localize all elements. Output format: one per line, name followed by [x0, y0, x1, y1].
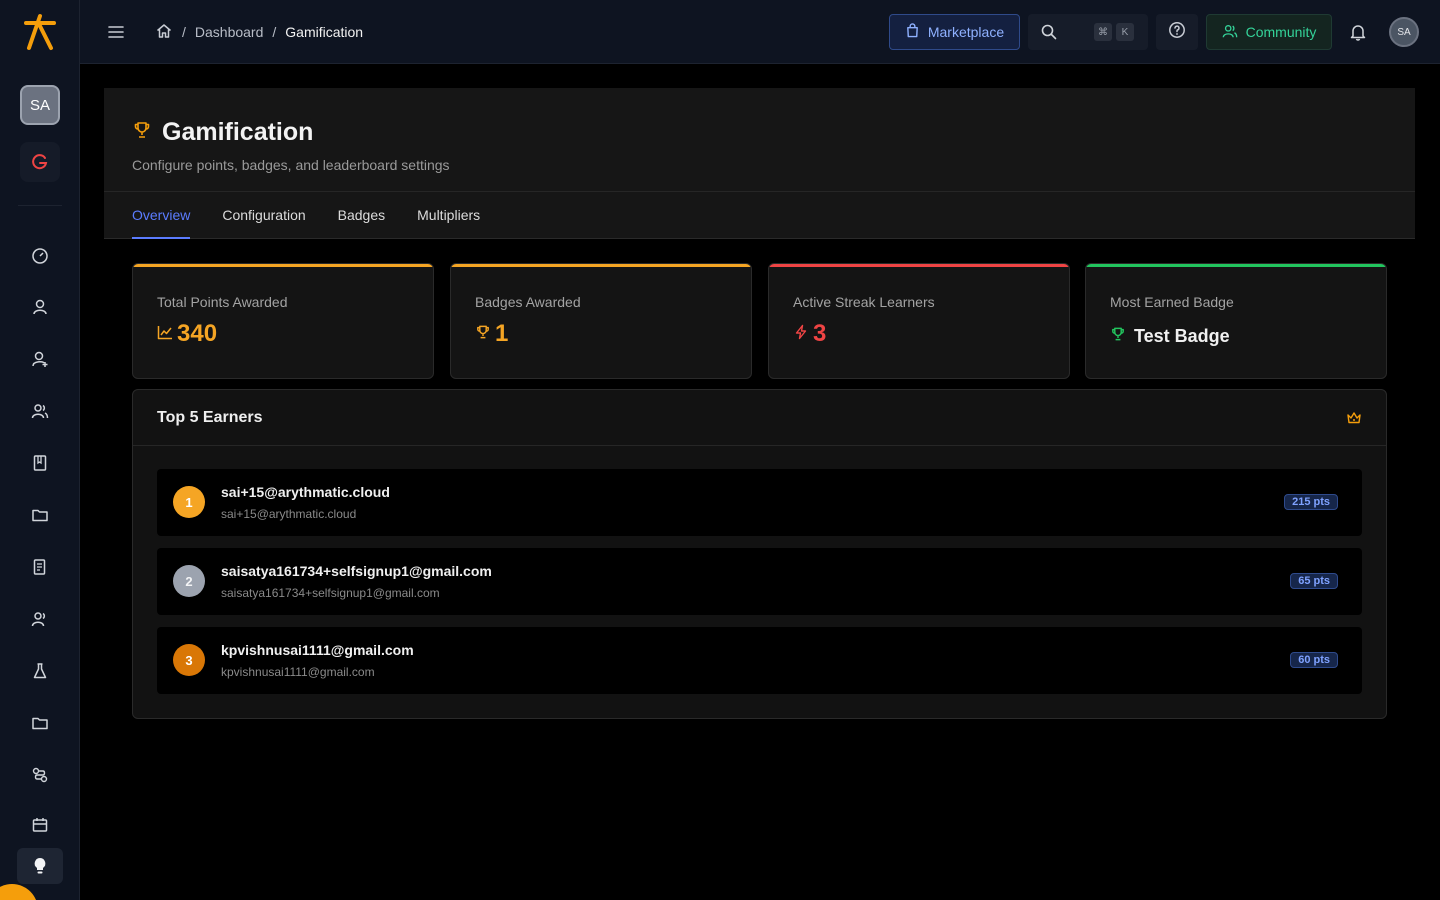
stat-label: Most Earned Badge — [1110, 294, 1234, 310]
stat-card-accent-bar — [1086, 264, 1386, 267]
community-label: Community — [1245, 24, 1317, 40]
stat-value-row: 340 — [157, 320, 217, 348]
top-earners-panel: Top 5 Earners 1 sai+15@arythmatic.cloud … — [132, 389, 1387, 719]
help-circle-icon — [1168, 21, 1186, 44]
notifications-bell-icon[interactable] — [1348, 22, 1368, 42]
sidebar-item-workflow-icon[interactable] — [30, 765, 50, 785]
search-button[interactable]: ⌘ K — [1028, 14, 1148, 50]
stat-value: Test Badge — [1134, 326, 1230, 346]
top-bar: / Dashboard / Gamification Marketplace ⌘… — [80, 0, 1440, 64]
list-item[interactable]: 1 sai+15@arythmatic.cloud sai+15@arythma… — [157, 469, 1362, 536]
sidebar-item-book-icon[interactable] — [30, 453, 50, 473]
rank-badge: 1 — [173, 486, 205, 518]
stat-value: 3 — [813, 320, 827, 347]
sidebar-item-calendar-icon[interactable] — [30, 815, 50, 835]
tab-configuration[interactable]: Configuration — [222, 192, 305, 238]
stat-value: 340 — [177, 320, 218, 347]
page-title: Gamification — [162, 118, 314, 146]
shopping-bag-icon — [905, 23, 920, 41]
sidebar-lightbulb-icon[interactable] — [17, 848, 63, 884]
page-header: Gamification Configure points, badges, a… — [104, 88, 1415, 239]
sidebar-item-report-icon[interactable] — [30, 557, 50, 577]
stat-card-most-earned-badge: Most Earned Badge Test Badge — [1085, 263, 1387, 379]
sidebar-brand-g-icon[interactable] — [20, 142, 60, 182]
community-button[interactable]: Community — [1206, 14, 1332, 50]
points-badge: 215 pts — [1284, 494, 1338, 510]
tab-multipliers[interactable]: Multipliers — [417, 192, 480, 238]
marketplace-label: Marketplace — [927, 24, 1005, 40]
stat-card-total-points: Total Points Awarded 340 — [132, 263, 434, 379]
sidebar: SA — [0, 0, 80, 900]
help-button[interactable] — [1156, 14, 1198, 50]
tab-overview[interactable]: Overview — [132, 192, 191, 239]
rank-badge: 2 — [173, 565, 205, 597]
sidebar-item-user-add-icon[interactable] — [30, 349, 50, 369]
shortcut-k-key: K — [1116, 23, 1134, 41]
top-earners-header: Top 5 Earners — [133, 390, 1386, 446]
stat-card-accent-bar — [451, 264, 751, 267]
breadcrumb-current: Gamification — [285, 24, 364, 40]
shortcut-cmd-key: ⌘ — [1094, 23, 1112, 41]
earner-name: sai+15@arythmatic.cloud — [221, 484, 390, 500]
tab-bar: Overview Configuration Badges Multiplier… — [132, 192, 480, 239]
crown-icon — [1346, 410, 1362, 426]
menu-toggle-icon[interactable] — [106, 22, 126, 42]
title-row: Gamification — [132, 118, 313, 147]
stat-label: Active Streak Learners — [793, 294, 935, 310]
app-logo-icon[interactable] — [20, 12, 60, 52]
points-badge: 65 pts — [1290, 573, 1338, 589]
top-earners-title: Top 5 Earners — [157, 409, 263, 426]
earner-email: sai+15@arythmatic.cloud — [221, 507, 357, 521]
trophy-icon — [1110, 326, 1126, 347]
breadcrumb-dashboard-link[interactable]: Dashboard — [195, 24, 264, 40]
stat-value: 1 — [495, 320, 509, 347]
home-icon[interactable] — [155, 22, 173, 43]
user-avatar[interactable]: SA — [1389, 17, 1419, 47]
earner-name: saisatya161734+selfsignup1@gmail.com — [221, 563, 492, 579]
bolt-icon — [793, 324, 809, 345]
list-item[interactable]: 3 kpvishnusai1111@gmail.com kpvishnusai1… — [157, 627, 1362, 694]
sidebar-item-users-icon[interactable] — [30, 401, 50, 421]
stat-card-accent-bar — [769, 264, 1069, 267]
breadcrumb: / Dashboard / Gamification — [155, 22, 363, 42]
stat-value-row: Test Badge — [1110, 326, 1230, 347]
sidebar-item-folder-2-icon[interactable] — [30, 713, 50, 733]
earner-email: kpvishnusai1111@gmail.com — [221, 665, 375, 679]
breadcrumb-separator: / — [182, 24, 186, 40]
sidebar-item-folder-icon[interactable] — [30, 505, 50, 525]
stat-label: Total Points Awarded — [157, 294, 288, 310]
sidebar-item-dashboard-icon[interactable] — [30, 245, 50, 265]
sidebar-item-flask-icon[interactable] — [30, 661, 50, 681]
stat-value-row: 1 — [475, 320, 508, 348]
points-badge: 60 pts — [1290, 652, 1338, 668]
rank-badge: 3 — [173, 644, 205, 676]
list-item[interactable]: 2 saisatya161734+selfsignup1@gmail.com s… — [157, 548, 1362, 615]
help-launcher-button[interactable] — [0, 884, 38, 900]
sidebar-divider — [18, 205, 62, 206]
trend-icon — [157, 324, 173, 345]
earner-name: kpvishnusai1111@gmail.com — [221, 642, 414, 658]
search-icon — [1040, 23, 1058, 41]
sidebar-item-user-icon[interactable] — [30, 297, 50, 317]
stat-value-row: 3 — [793, 320, 826, 348]
earner-email: saisatya161734+selfsignup1@gmail.com — [221, 586, 440, 600]
breadcrumb-separator: / — [272, 24, 277, 40]
sidebar-item-group-icon[interactable] — [30, 609, 50, 629]
stat-card-active-streak: Active Streak Learners 3 — [768, 263, 1070, 379]
stat-label: Badges Awarded — [475, 294, 581, 310]
stat-card-badges-awarded: Badges Awarded 1 — [450, 263, 752, 379]
tab-badges[interactable]: Badges — [338, 192, 385, 238]
community-users-icon — [1222, 23, 1238, 42]
page-subtitle: Configure points, badges, and leaderboar… — [132, 157, 450, 173]
trophy-icon — [132, 120, 152, 145]
trophy-icon — [475, 324, 491, 345]
stat-card-accent-bar — [133, 264, 433, 267]
sidebar-avatar[interactable]: SA — [20, 85, 60, 125]
marketplace-button[interactable]: Marketplace — [889, 14, 1020, 50]
